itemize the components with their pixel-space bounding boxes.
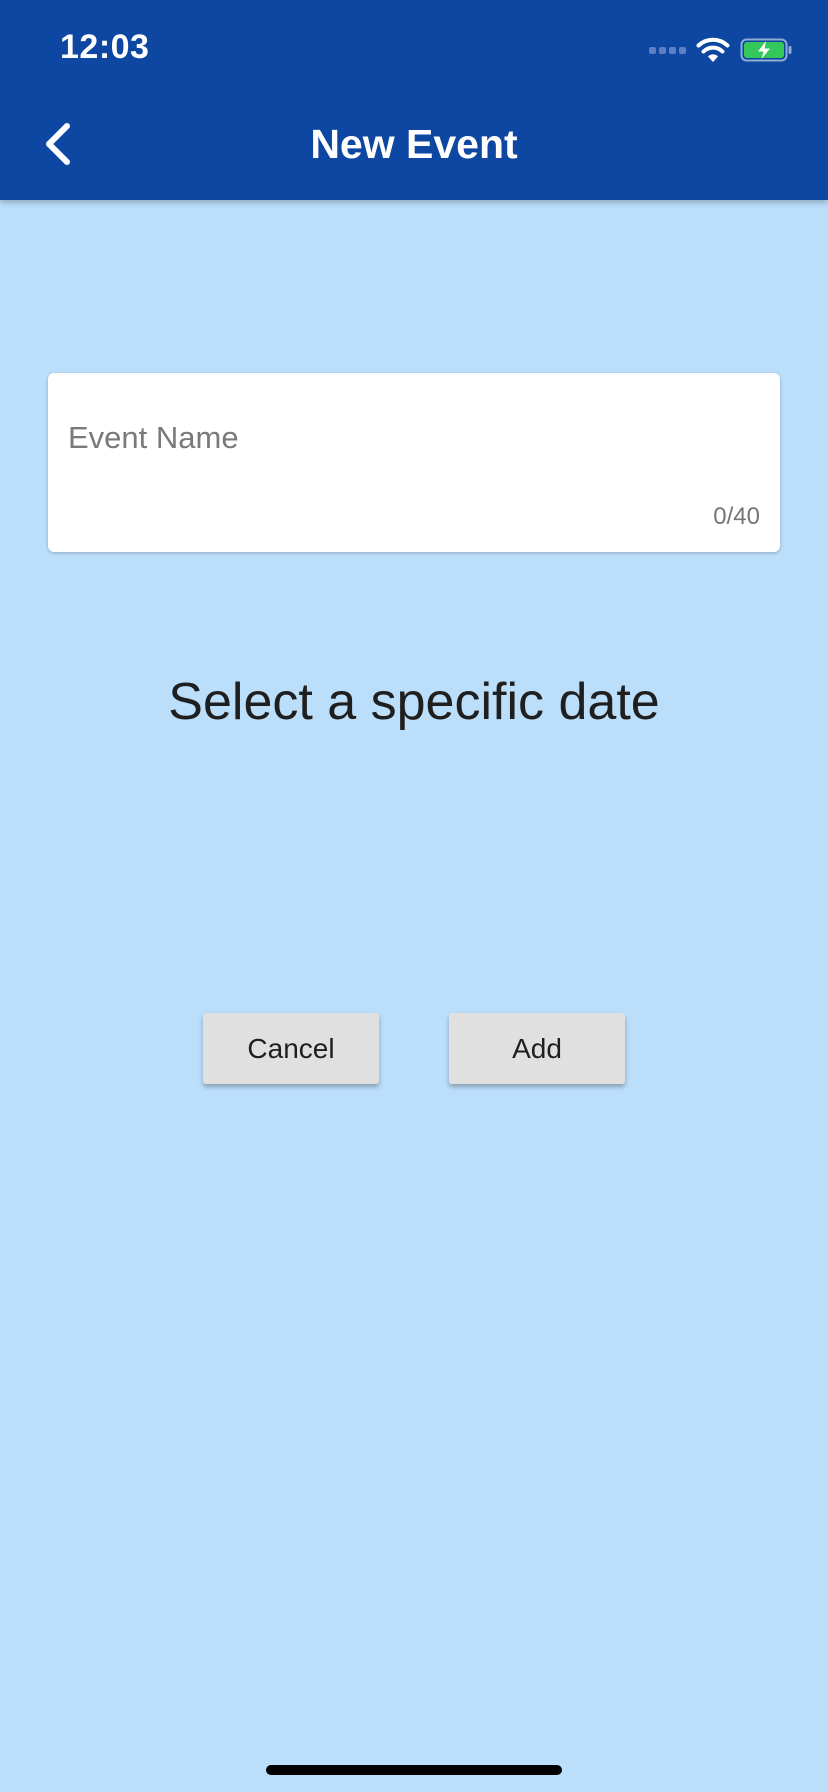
select-date-prompt[interactable]: Select a specific date	[0, 670, 828, 734]
status-icons	[649, 34, 794, 66]
battery-charging-icon	[740, 38, 792, 62]
home-indicator[interactable]	[266, 1765, 562, 1775]
event-name-field[interactable]: 0/40	[48, 373, 780, 552]
cancel-button[interactable]: Cancel	[203, 1013, 379, 1084]
character-counter: 0/40	[713, 503, 760, 530]
add-button[interactable]: Add	[449, 1013, 625, 1084]
page-title: New Event	[310, 121, 518, 167]
event-name-input[interactable]	[68, 413, 758, 463]
status-time: 12:03	[60, 28, 150, 66]
app-bar: 12:03 New Event	[0, 0, 828, 200]
signal-dots-icon	[649, 34, 686, 66]
wifi-icon	[696, 37, 730, 62]
